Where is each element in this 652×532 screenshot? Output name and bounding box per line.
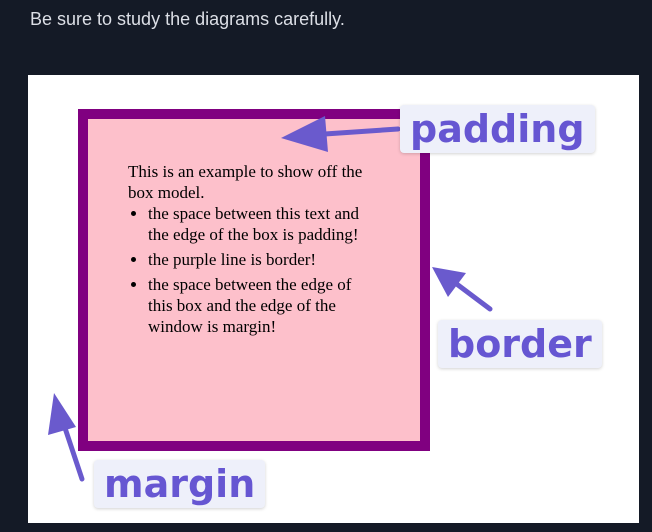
margin-arrow (48, 393, 85, 482)
border-label: border (438, 320, 602, 368)
padding-arrow (281, 116, 401, 152)
box-model-diagram: This is an example to show off the box m… (28, 75, 639, 523)
margin-label: margin (94, 460, 266, 508)
border-arrow (432, 267, 493, 312)
padding-label: padding (400, 105, 595, 153)
instruction-text: Be sure to study the diagrams carefully. (30, 9, 345, 29)
